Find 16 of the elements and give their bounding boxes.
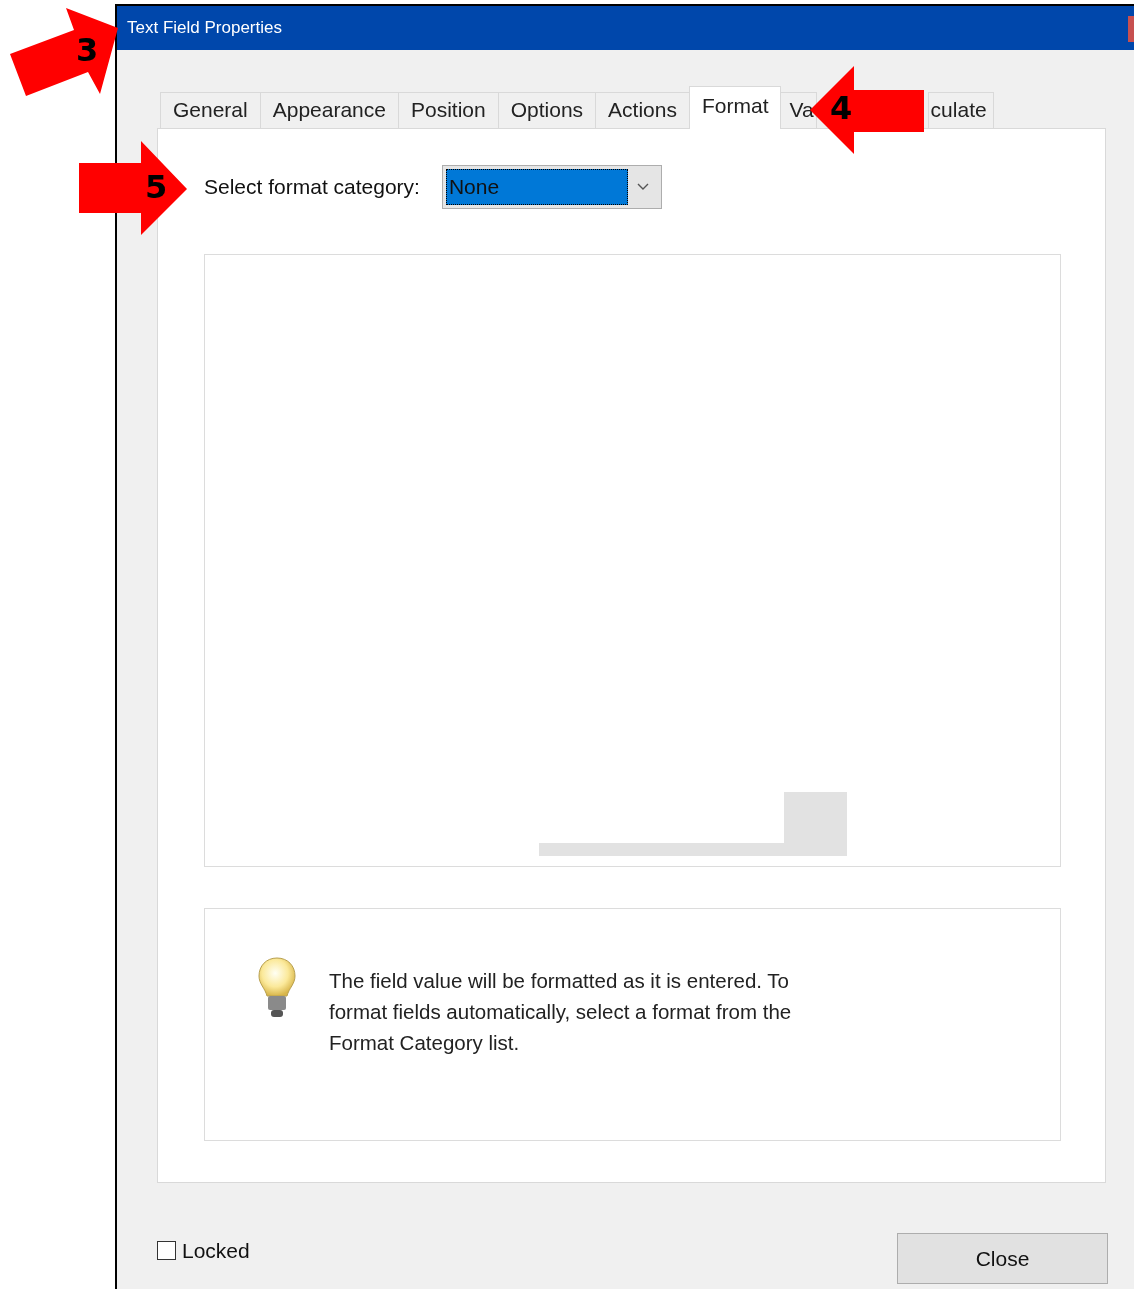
lightbulb-icon (257, 957, 297, 1019)
format-category-label: Select format category: (204, 175, 420, 199)
window-title: Text Field Properties (127, 18, 282, 38)
tab[interactable]: General (160, 92, 261, 128)
close-button[interactable]: Close (897, 1233, 1108, 1284)
tab[interactable]: Va (780, 92, 817, 128)
chevron-down-icon (636, 183, 649, 191)
format-category-dropdown[interactable]: None (441, 165, 662, 209)
callout-number: 5 (145, 171, 168, 203)
tab[interactable]: culate (927, 92, 994, 128)
callout-number: 3 (76, 34, 99, 66)
locked-checkbox[interactable] (157, 1241, 176, 1260)
locked-label: Locked (182, 1238, 250, 1263)
info-text: The field value will be formatted as it is entered. To format fields automatically, select a format from the Format Category list. (329, 968, 793, 1056)
tab[interactable]: Format (688, 86, 782, 129)
callout-number: 4 (830, 92, 853, 124)
